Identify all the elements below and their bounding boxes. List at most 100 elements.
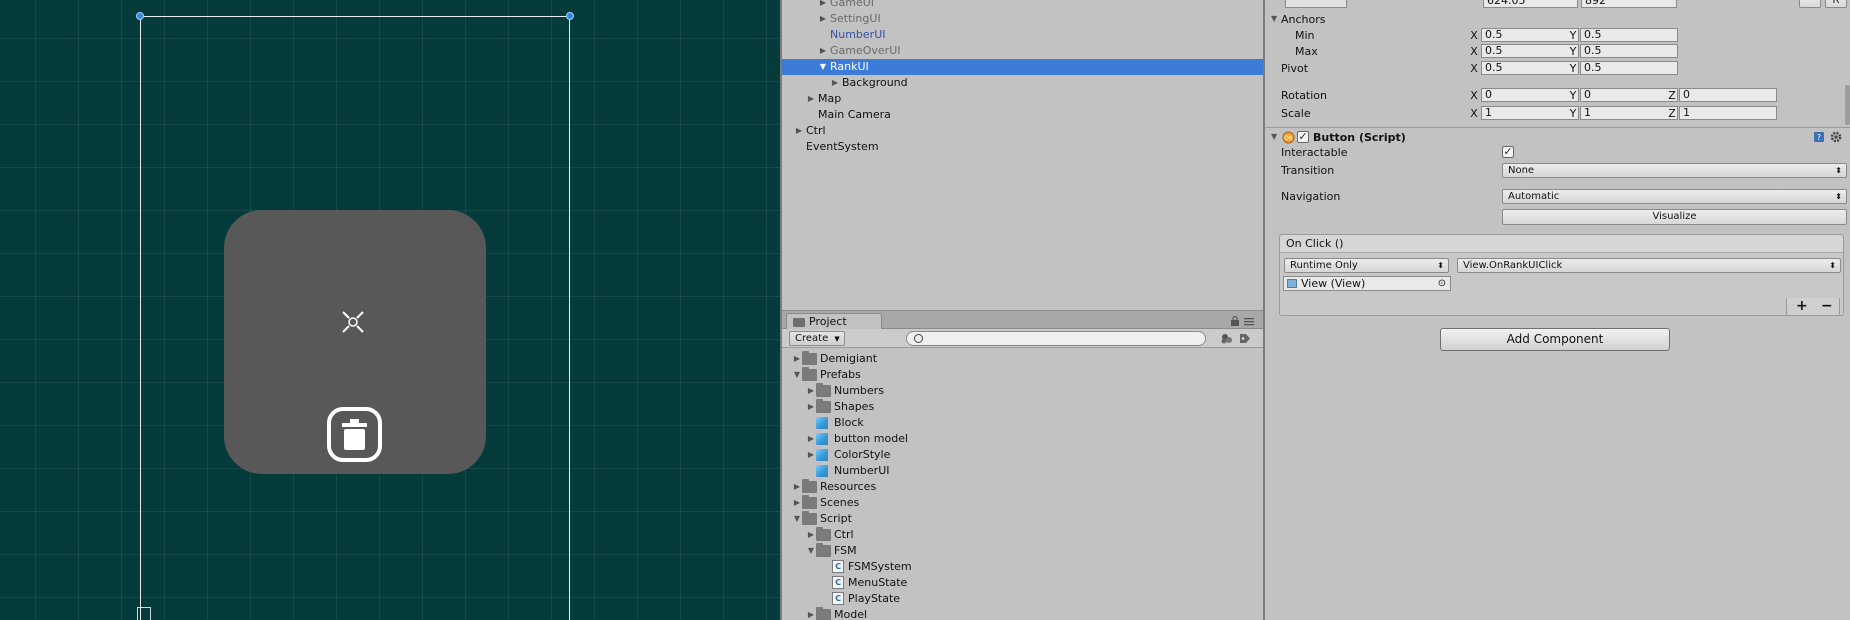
rect-preview-button[interactable] [1285,0,1347,8]
collapsed-arrow-icon[interactable]: ▶ [806,91,816,107]
scale-x-field[interactable]: 1 [1481,106,1579,120]
collapsed-arrow-icon[interactable]: ▶ [818,43,828,59]
collapsed-arrow-icon[interactable]: ▶ [806,527,816,543]
project-item[interactable]: ▼ FSM [782,543,1263,559]
menu-icon[interactable] [1243,316,1255,326]
hierarchy-item[interactable]: NumberUI [782,27,1263,43]
project-item[interactable]: ▶ Resources [782,479,1263,495]
collapsed-arrow-icon[interactable]: ▶ [792,351,802,367]
search-input[interactable] [929,332,1199,345]
rotation-y-field[interactable]: 0 [1580,88,1678,102]
add-listener-button[interactable]: + [1796,298,1808,314]
hierarchy-item-label: Main Camera [818,108,891,121]
project-item[interactable]: ▶ Model [782,607,1263,620]
hierarchy-item[interactable]: ▶ GameOverUI [782,43,1263,59]
anchor-max-y-field[interactable]: 0.5 [1580,44,1678,58]
project-item[interactable]: ▶ Ctrl [782,527,1263,543]
hierarchy-item-label: NumberUI [830,28,886,41]
anchor-max-x-field[interactable]: 0.5 [1481,44,1579,58]
collapsed-arrow-icon[interactable]: ▶ [806,607,816,620]
inspector-scrollbar[interactable] [1845,85,1850,125]
foldout-arrow-icon[interactable]: ▼ [1271,132,1277,141]
expanded-arrow-icon[interactable]: ▼ [792,511,802,527]
project-item[interactable]: ▶ Shapes [782,399,1263,415]
runtime-dropdown[interactable]: Runtime Only ⬍ [1284,258,1449,273]
rect-handle-top-right[interactable] [566,12,574,20]
project-item[interactable]: Block [782,415,1263,431]
project-item[interactable]: ▼ Prefabs [782,367,1263,383]
collapsed-arrow-icon[interactable]: ▶ [818,11,828,27]
object-picker-icon[interactable]: ⊙ [1436,278,1448,289]
project-item[interactable]: ▼ Script [782,511,1263,527]
anchor-min-x-field[interactable]: 0.5 [1481,28,1579,42]
project-item[interactable]: ▶ Scenes [782,495,1263,511]
collapsed-arrow-icon[interactable]: ▶ [792,495,802,511]
anchor-min-y-field[interactable]: 0.5 [1580,28,1678,42]
filter-by-label-icon[interactable] [1238,332,1252,345]
width-field[interactable]: 624.05 [1483,0,1578,8]
project-item[interactable]: ▶ Numbers [782,383,1263,399]
raw-edit-button[interactable] [1799,0,1821,8]
project-panel[interactable]: Project Create ▼ ▶ Demigiant ▼ Prefabs ▶ Numb… [782,310,1263,620]
pivot-x-field[interactable]: 0.5 [1481,61,1579,75]
svg-text:?: ? [1817,133,1821,142]
filter-by-type-icon[interactable] [1220,332,1234,345]
hierarchy-item[interactable]: ▶ GameUI [782,0,1263,11]
collapsed-arrow-icon[interactable]: ▶ [806,447,816,463]
target-object-field[interactable]: View (View) ⊙ [1283,276,1451,291]
collapsed-arrow-icon[interactable]: ▶ [792,479,802,495]
inspector-panel[interactable]: 624.05 892 R ▼ Anchors Min X 0.5 Y 0.5 M… [1265,0,1850,620]
collapsed-arrow-icon[interactable]: ▶ [806,431,816,447]
project-item[interactable]: C MenuState [782,575,1263,591]
expanded-arrow-icon[interactable]: ▼ [818,59,828,75]
tab-project[interactable]: Project [786,313,882,330]
create-button[interactable]: Create ▼ [789,331,845,346]
collapsed-arrow-icon[interactable]: ▶ [806,399,816,415]
rotation-z-field[interactable]: 0 [1679,88,1777,102]
interactable-checkbox[interactable]: ✓ [1502,146,1514,158]
collapsed-arrow-icon[interactable]: ▶ [794,123,804,139]
rect-handle-top-left[interactable] [136,12,144,20]
hierarchy-panel[interactable]: ▶ GameUI ▶ SettingUI NumberUI ▶ GameOverUI ▼ Ran… [782,0,1263,310]
hierarchy-item[interactable]: ▶ Map [782,91,1263,107]
foldout-arrow-icon[interactable]: ▼ [1271,14,1277,23]
hierarchy-item[interactable]: EventSystem [782,139,1263,155]
project-item[interactable]: ▶ Demigiant [782,351,1263,367]
hierarchy-item[interactable]: Main Camera [782,107,1263,123]
lock-icon[interactable] [1230,316,1240,326]
transition-dropdown[interactable]: None ⬍ [1502,163,1847,178]
collapsed-arrow-icon[interactable]: ▶ [830,75,840,91]
search-box[interactable] [906,331,1206,346]
expanded-arrow-icon[interactable]: ▼ [806,543,816,559]
add-component-button[interactable]: Add Component [1440,328,1670,351]
expanded-arrow-icon[interactable]: ▼ [792,367,802,383]
component-enabled-checkbox[interactable]: ✓ [1297,131,1309,143]
project-item[interactable]: NumberUI [782,463,1263,479]
hierarchy-item[interactable]: ▶ SettingUI [782,11,1263,27]
collapsed-arrow-icon[interactable]: ▶ [806,383,816,399]
visualize-button[interactable]: Visualize [1502,209,1847,225]
hierarchy-item[interactable]: ▶ Background [782,75,1263,91]
navigation-dropdown[interactable]: Automatic ⬍ [1502,189,1847,204]
project-item[interactable]: C FSMSystem [782,559,1263,575]
rotation-x-field[interactable]: 0 [1481,88,1579,102]
gear-icon[interactable] [1829,130,1843,144]
help-book-icon[interactable]: ? [1813,131,1825,143]
hierarchy-item[interactable]: ▶ Ctrl [782,123,1263,139]
reset-button[interactable]: R [1825,0,1847,8]
project-item[interactable]: C PlayState [782,591,1263,607]
collapsed-arrow-icon[interactable]: ▶ [818,0,828,11]
scene-view[interactable] [0,0,780,620]
remove-listener-button[interactable]: − [1821,298,1833,314]
rect-handle-bottom-left[interactable] [137,607,151,620]
hierarchy-item[interactable]: ▼ RankUI [782,59,1263,75]
component-header[interactable]: ▼ OK ✓ Button (Script) ? [1265,127,1850,146]
project-item[interactable]: ▶ button model [782,431,1263,447]
function-dropdown[interactable]: View.OnRankUIClick ⬍ [1457,258,1841,273]
height-field[interactable]: 892 [1581,0,1677,8]
pivot-icon[interactable] [340,309,366,335]
scale-y-field[interactable]: 1 [1580,106,1678,120]
scale-z-field[interactable]: 1 [1679,106,1777,120]
pivot-y-field[interactable]: 0.5 [1580,61,1678,75]
project-item[interactable]: ▶ ColorStyle [782,447,1263,463]
